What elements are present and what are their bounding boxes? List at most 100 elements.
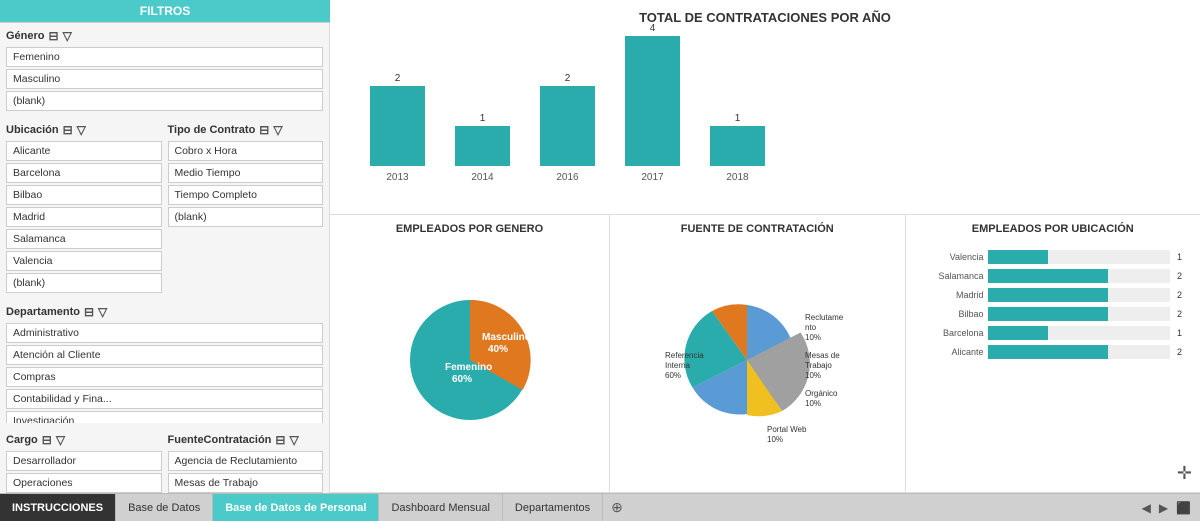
label-reclut: Reclutame <box>805 313 844 322</box>
label-portal-pct: 10% <box>767 435 783 444</box>
depto-atencion[interactable]: Atención al Cliente <box>6 345 323 365</box>
filter-tipo-contrato: Tipo de Contrato ⊟ ▽ Cobro x Hora Medio … <box>168 123 324 295</box>
genero-sort-icon[interactable]: ⊟ <box>49 29 59 43</box>
genero-item-femenino[interactable]: Femenino <box>6 47 323 67</box>
depto-contabilidad[interactable]: Contabilidad y Fina... <box>6 389 323 409</box>
ubicacion-salamanca[interactable]: Salamanca <box>6 229 162 249</box>
pie-fuente-wrapper: Referencia Interna 60% Reclutame nto 10%… <box>618 239 897 480</box>
horiz-bar-salamanca: Salamanca 2 <box>919 269 1188 283</box>
tab-dashboard-mensual[interactable]: Dashboard Mensual <box>379 494 502 521</box>
tipo-blank[interactable]: (blank) <box>168 207 324 227</box>
bar-2016: 2 2016 <box>540 73 595 183</box>
ubicacion-blank[interactable]: (blank) <box>6 273 162 293</box>
cargo-desarrollador[interactable]: Desarrollador <box>6 451 162 471</box>
genero-item-blank[interactable]: (blank) <box>6 91 323 111</box>
filter-genero: Género ⊟ ▽ Femenino Masculino (blank) <box>6 29 323 113</box>
fuente-items: Agencia de Reclutamiento Mesas de Trabaj… <box>168 451 324 493</box>
label-mesas-pct: 10% <box>805 371 821 380</box>
label-reclut-pct: 10% <box>805 333 821 342</box>
right-panel: TOTAL DE CONTRATACIONES POR AÑO 2 2013 1… <box>330 0 1200 493</box>
filter-cargo: Cargo ⊟ ▽ Desarrollador Operaciones Otro… <box>6 433 162 493</box>
tipo-medio[interactable]: Medio Tiempo <box>168 163 324 183</box>
ubicacion-madrid[interactable]: Madrid <box>6 207 162 227</box>
cargo-filter-icon[interactable]: ▽ <box>56 433 65 447</box>
pie-masculino-label: Masculino <box>482 332 531 343</box>
fuente-sort-icon[interactable]: ⊟ <box>275 433 285 447</box>
tipo-completo[interactable]: Tiempo Completo <box>168 185 324 205</box>
bar-ubicacion-panel: EMPLEADOS POR UBICACIÓN Valencia 1 Salam… <box>906 215 1200 492</box>
cargo-sort-icon[interactable]: ⊟ <box>42 433 52 447</box>
filter-header: FILTROS <box>0 0 330 23</box>
depto-label: Departamento <box>6 306 80 318</box>
tab-base-datos[interactable]: Base de Datos <box>116 494 213 521</box>
tipo-label: Tipo de Contrato <box>168 124 256 136</box>
genero-filter-icon[interactable]: ▽ <box>63 29 72 43</box>
label-organico-pct: 10% <box>805 399 821 408</box>
more-tabs-icon[interactable]: ⬛ <box>1173 501 1194 515</box>
depto-administrativo[interactable]: Administrativo <box>6 323 323 343</box>
pie-genero-panel: EMPLEADOS POR GENERO Femenino 60% Mascul… <box>330 215 610 492</box>
label-ref: Referencia <box>665 351 704 360</box>
bar-chart: 2 2013 1 2014 2 2016 <box>350 33 1180 183</box>
ubicacion-bilbao[interactable]: Bilbao <box>6 185 162 205</box>
label-portal: Portal Web <box>767 425 807 434</box>
mid-filters-row: Ubicación ⊟ ▽ Alicante Barcelona Bilbao … <box>6 123 323 299</box>
horiz-bar-valencia: Valencia 1 <box>919 250 1188 264</box>
pie-genero-title: EMPLEADOS POR GENERO <box>338 223 601 235</box>
scroll-left-icon[interactable]: ◀ <box>1139 501 1154 515</box>
app-container: FILTROS Género ⊟ ▽ Femenino Masculino (b… <box>0 0 1200 521</box>
bar-2014: 1 2014 <box>455 113 510 183</box>
cargo-operaciones[interactable]: Operaciones <box>6 473 162 493</box>
ubicacion-filter-icon[interactable]: ▽ <box>77 123 86 137</box>
pie-femenino-pct: 60% <box>452 374 472 385</box>
pie-fuente-svg: Referencia Interna 60% Reclutame nto 10%… <box>637 270 877 450</box>
horiz-bar-barcelona: Barcelona 1 <box>919 326 1188 340</box>
left-panel: Género ⊟ ▽ Femenino Masculino (blank) Ub… <box>0 23 330 493</box>
tipo-sort-icon[interactable]: ⊟ <box>259 123 269 137</box>
filter-fuente: FuenteContratación ⊟ ▽ Agencia de Reclut… <box>168 433 324 493</box>
tipo-cobro[interactable]: Cobro x Hora <box>168 141 324 161</box>
bottom-charts: EMPLEADOS POR GENERO Femenino 60% Mascul… <box>330 215 1200 493</box>
horiz-bar-bilbao: Bilbao 2 <box>919 307 1188 321</box>
ubicacion-barcelona[interactable]: Barcelona <box>6 163 162 183</box>
add-tab-button[interactable]: ⊕ <box>603 494 631 521</box>
cargo-items: Desarrollador Operaciones Otro (blank) C… <box>6 451 162 493</box>
bar-2013: 2 2013 <box>370 73 425 183</box>
cursor-cross-icon: ✛ <box>1177 463 1192 484</box>
label-mesas: Mesas de <box>805 351 840 360</box>
ubicacion-sort-icon[interactable]: ⊟ <box>63 123 73 137</box>
genero-items: Femenino Masculino (blank) <box>6 47 323 111</box>
genero-item-masculino[interactable]: Masculino <box>6 69 323 89</box>
bar-2017: 4 2017 <box>625 23 680 183</box>
tab-base-datos-personal[interactable]: Base de Datos de Personal <box>213 494 379 521</box>
tab-instrucciones[interactable]: INSTRUCCIONES <box>0 494 116 521</box>
tab-departamentos[interactable]: Departamentos <box>503 494 603 521</box>
depto-compras[interactable]: Compras <box>6 367 323 387</box>
depto-sort-icon[interactable]: ⊟ <box>84 305 94 319</box>
ubicacion-label: Ubicación <box>6 124 59 136</box>
pie-genero-wrapper: Femenino 60% Masculino 40% <box>338 239 601 480</box>
ubicacion-valencia[interactable]: Valencia <box>6 251 162 271</box>
cargo-label: Cargo <box>6 434 38 446</box>
pie-genero-svg: Femenino 60% Masculino 40% <box>390 280 550 440</box>
scroll-right-icon[interactable]: ▶ <box>1156 501 1171 515</box>
label-mesas2: Trabajo <box>805 361 832 370</box>
depto-investigacion[interactable]: Investigación <box>6 411 323 423</box>
tab-bar: INSTRUCCIONES Base de Datos Base de Dato… <box>0 493 1200 521</box>
depto-filter-icon[interactable]: ▽ <box>98 305 107 319</box>
fuente-agencia[interactable]: Agencia de Reclutamiento <box>168 451 324 471</box>
genero-label: Género <box>6 30 45 42</box>
ubicacion-alicante[interactable]: Alicante <box>6 141 162 161</box>
depto-items: Administrativo Atención al Cliente Compr… <box>6 323 323 423</box>
ubicacion-items: Alicante Barcelona Bilbao Madrid Salaman… <box>6 141 162 293</box>
tipo-items: Cobro x Hora Medio Tiempo Tiempo Complet… <box>168 141 324 227</box>
fuente-filter-icon[interactable]: ▽ <box>289 433 298 447</box>
label-organico: Orgánico <box>805 389 838 398</box>
bar-ubicacion-title: EMPLEADOS POR UBICACIÓN <box>914 223 1193 235</box>
bar-2018: 1 2018 <box>710 113 765 183</box>
horiz-bar-alicante: Alicante 2 <box>919 345 1188 359</box>
bottom-filters-row: Cargo ⊟ ▽ Desarrollador Operaciones Otro… <box>6 433 323 493</box>
pie-fuente-title: FUENTE DE CONTRATACIÓN <box>618 223 897 235</box>
fuente-mesas[interactable]: Mesas de Trabajo <box>168 473 324 493</box>
tipo-filter-icon[interactable]: ▽ <box>273 123 282 137</box>
